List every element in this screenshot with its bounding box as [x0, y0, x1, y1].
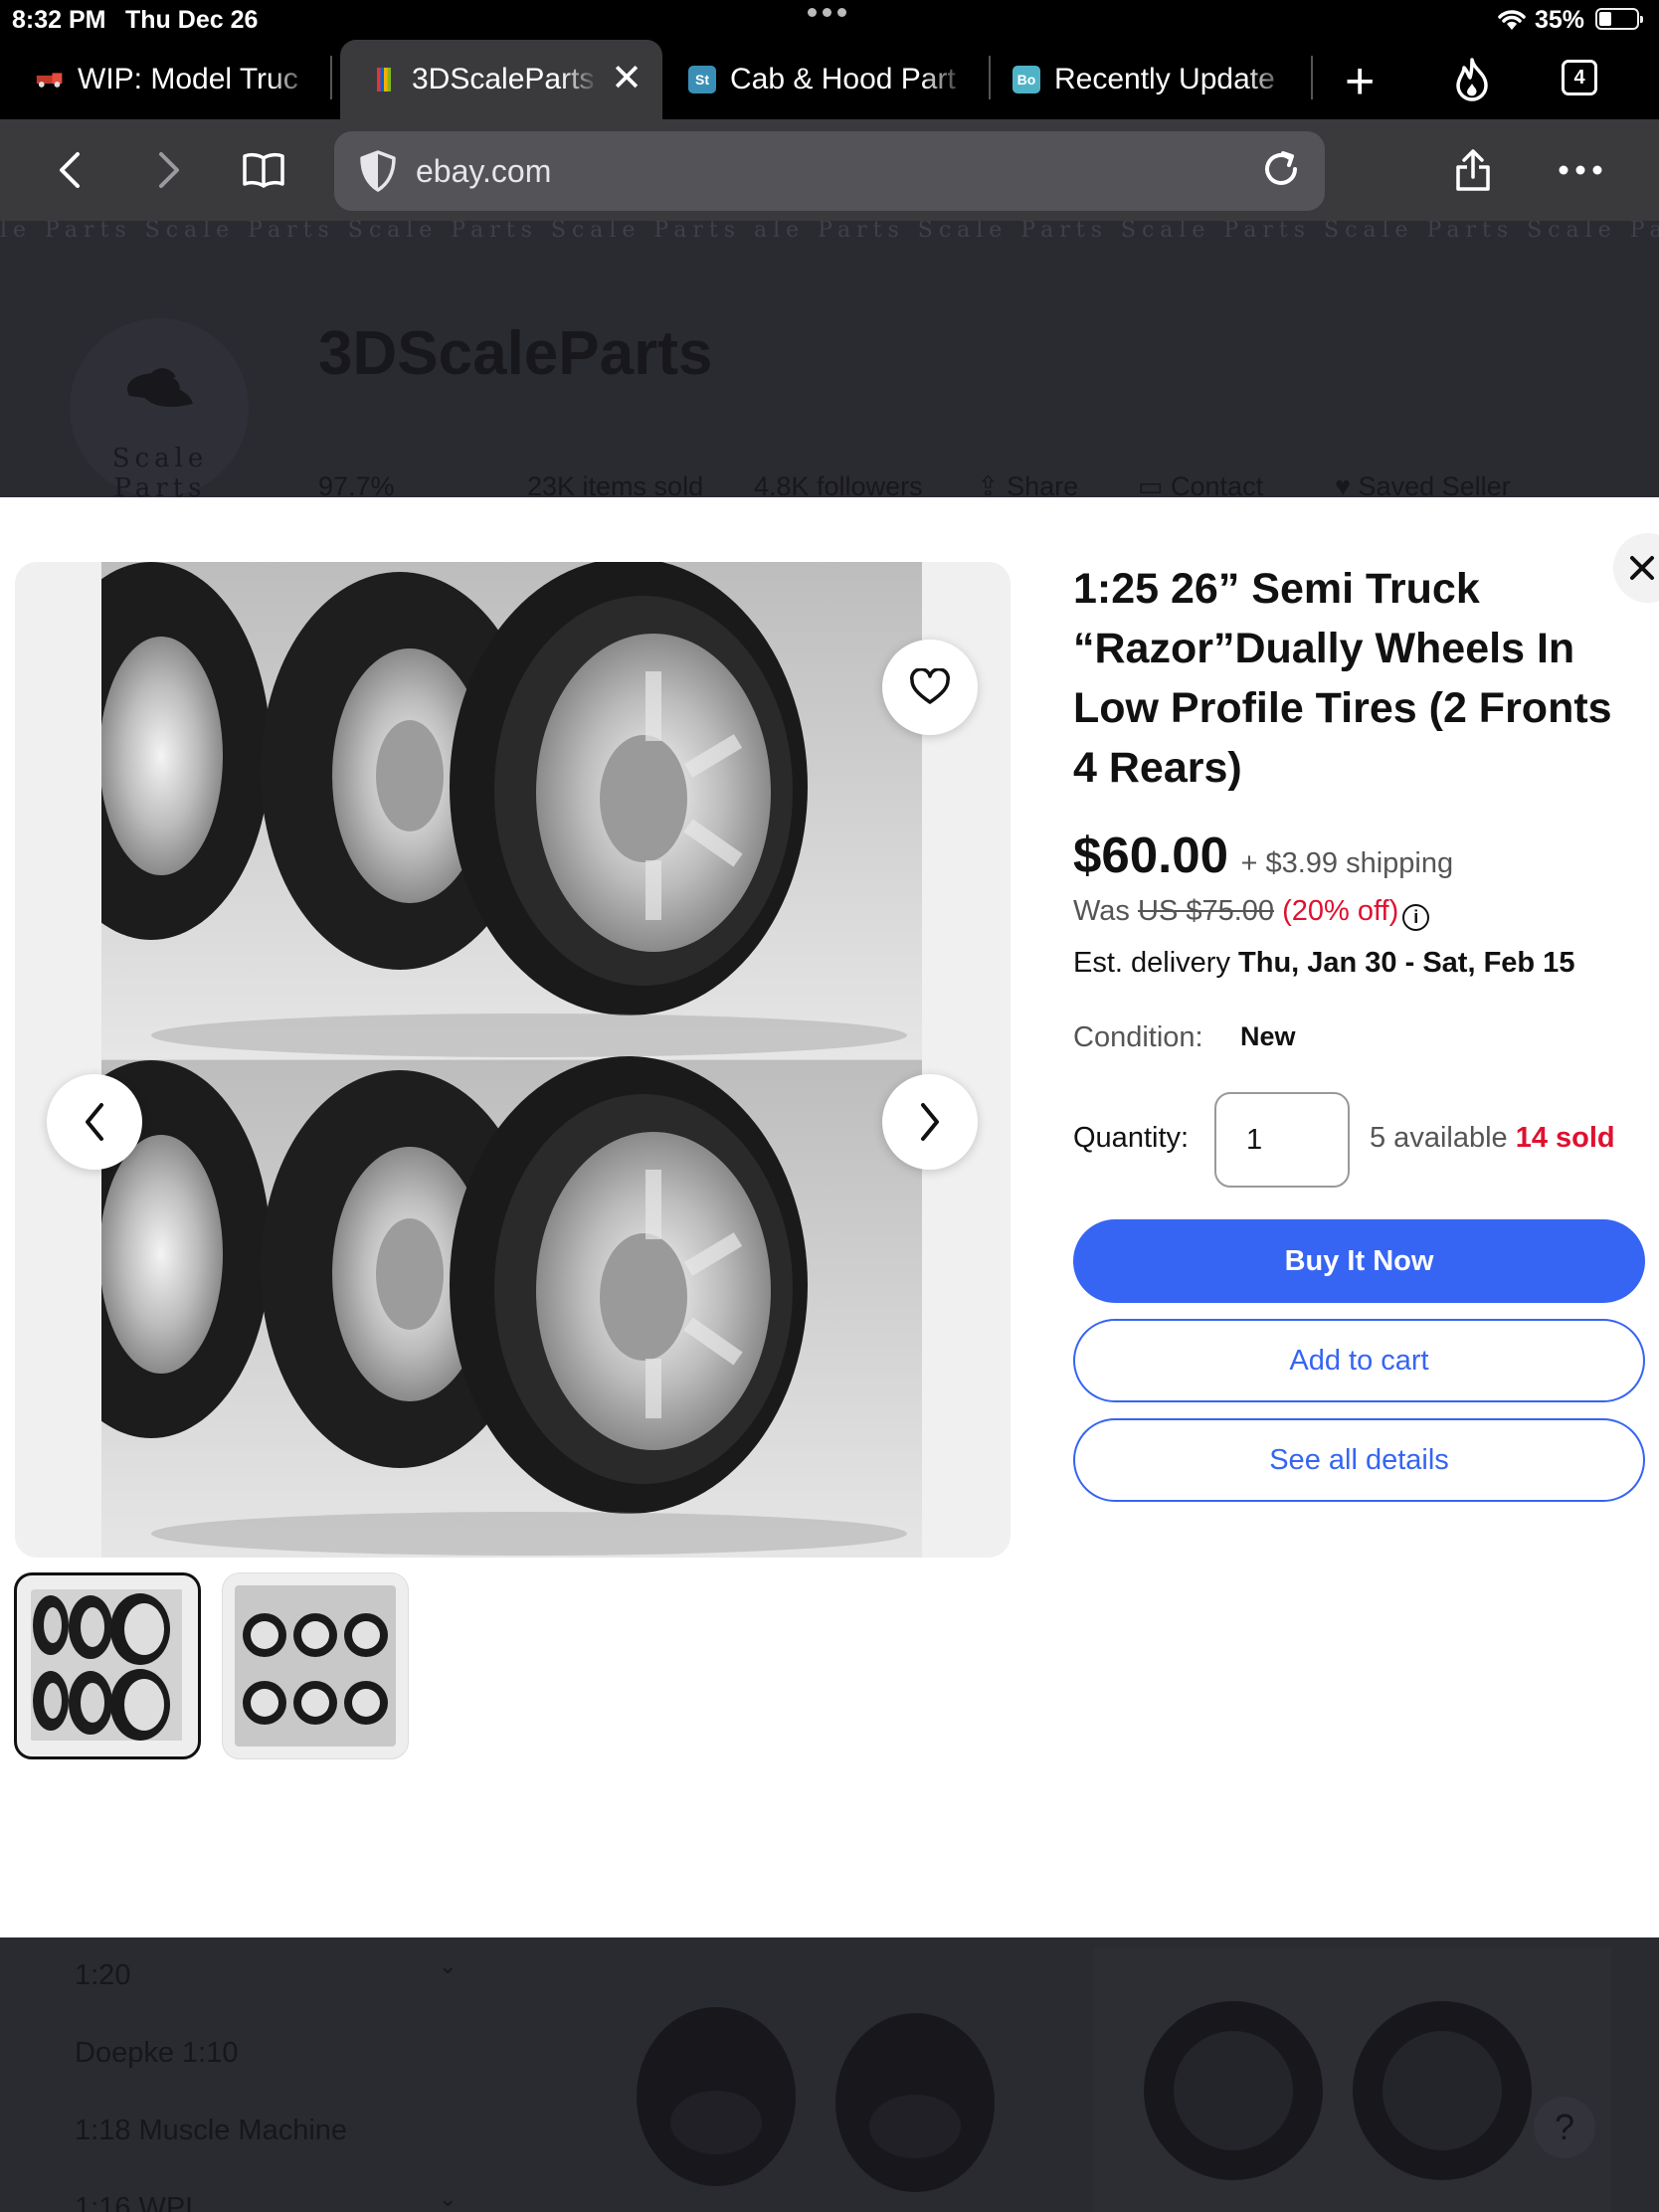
discount-percent: (20% off) [1282, 895, 1399, 927]
st-favicon-icon: St [688, 66, 716, 93]
was-price-row: Was US $75.00 (20% off) i [1073, 895, 1430, 931]
condition-row: Condition: New [1073, 1021, 1296, 1054]
available-count: 5 available [1370, 1122, 1508, 1154]
add-to-cart-button[interactable]: Add to cart [1073, 1319, 1645, 1402]
condition-value: New [1240, 1021, 1296, 1051]
quantity-label: Quantity: [1073, 1122, 1190, 1154]
shipping-cost: + $3.99 shipping [1240, 847, 1454, 879]
share-icon[interactable] [1448, 145, 1498, 195]
reload-icon[interactable] [1259, 147, 1303, 196]
tab-count-button[interactable]: 4 [1562, 60, 1597, 95]
previous-image-button[interactable] [47, 1074, 142, 1170]
tab-bar: WIP: Model Truc 3DScaleParts ✕ St Cab & … [0, 40, 1659, 119]
chevron-down-icon: ⌄ [439, 1953, 458, 1978]
tab-3dscaleparts[interactable]: 3DScaleParts ✕ [340, 40, 662, 119]
close-tab-icon[interactable]: ✕ [611, 60, 643, 97]
watchlist-heart-button[interactable] [882, 640, 978, 735]
battery-percent: 35% [1535, 6, 1585, 34]
heart-outline-icon [910, 668, 950, 704]
address-bar[interactable]: ebay.com [334, 131, 1325, 211]
related-products-images[interactable] [597, 1947, 1611, 2212]
store-logo[interactable]: Scale Parts [70, 318, 249, 503]
model-truck-favicon-icon [36, 66, 64, 93]
fire-icon[interactable] [1454, 58, 1490, 106]
was-label: Was [1073, 895, 1130, 927]
product-image[interactable] [101, 562, 922, 1558]
tab-separator [330, 56, 332, 99]
tab-recently-updated[interactable]: Bo Recently Update [1013, 40, 1301, 119]
forward-arrow-icon[interactable] [143, 145, 193, 195]
browser-toolbar: ebay.com [0, 119, 1659, 221]
category-item[interactable]: 1:18 Muscle Machine [75, 2115, 347, 2147]
store-name: 3DScaleParts [318, 319, 713, 388]
tab-cab-hood-parts[interactable]: St Cab & Hood Part [688, 40, 977, 119]
next-image-button[interactable] [882, 1074, 978, 1170]
category-item[interactable]: 1:20 ⌄ [75, 1953, 457, 1992]
help-button[interactable]: ? [1534, 2097, 1595, 2158]
status-time: 8:32 PM [12, 6, 106, 34]
buy-it-now-button[interactable]: Buy It Now [1073, 1219, 1645, 1303]
quantity-input[interactable] [1214, 1092, 1350, 1188]
more-options-icon[interactable] [1556, 145, 1605, 195]
image-gallery[interactable] [15, 562, 1011, 1558]
delivery-estimate: Est. delivery Thu, Jan 30 - Sat, Feb 15 [1073, 947, 1574, 980]
reading-list-book-icon[interactable] [239, 145, 288, 195]
back-arrow-icon[interactable] [46, 145, 95, 195]
tab-title: Recently Update [1054, 63, 1275, 95]
tab-title: WIP: Model Truc [78, 63, 298, 95]
quick-view-modal: 1:25 26” Semi Truck “Razor”Dually Wheels… [0, 497, 1659, 1937]
new-tab-plus-icon[interactable]: + [1345, 54, 1375, 109]
tab-separator [1311, 56, 1313, 99]
chevron-left-icon [86, 1103, 103, 1141]
tab-wip-model-truck[interactable]: WIP: Model Truc [36, 40, 324, 119]
multitasking-dots-icon[interactable] [808, 8, 846, 17]
thumbnail-2[interactable] [222, 1572, 409, 1759]
ebay-favicon-icon [370, 66, 398, 93]
privacy-shield-icon[interactable] [358, 149, 398, 198]
product-title[interactable]: 1:25 26” Semi Truck “Razor”Dually Wheels… [1073, 559, 1645, 798]
delivery-label: Est. delivery [1073, 947, 1230, 979]
price-row: $60.00 + $3.99 shipping [1073, 826, 1453, 884]
battery-icon [1595, 8, 1643, 30]
status-bar: 8:32 PM Thu Dec 26 35% [0, 0, 1659, 40]
chevron-down-icon: ⌄ [439, 2186, 458, 2211]
availability: 5 available 14 sold [1370, 1122, 1615, 1155]
category-item[interactable]: 1:16 WPL ⌄ [75, 2186, 457, 2212]
store-logo-text: Scale Parts [111, 444, 209, 503]
sold-count: 14 sold [1515, 1122, 1615, 1154]
status-date: Thu Dec 26 [125, 6, 259, 34]
bo-favicon-icon: Bo [1013, 66, 1040, 93]
url-text: ebay.com [416, 153, 552, 189]
thumbnail-1[interactable] [14, 1572, 201, 1759]
store-banner: le Parts Scale Parts Scale Parts Scale P… [0, 221, 1659, 243]
see-all-details-button[interactable]: See all details [1073, 1418, 1645, 1502]
wifi-icon [1496, 6, 1528, 39]
tab-separator [989, 56, 991, 99]
tab-title: 3DScaleParts [412, 63, 595, 95]
category-item[interactable]: Doepke 1:10 [75, 2037, 238, 2070]
price: $60.00 [1073, 827, 1228, 883]
delivery-dates: Thu, Jan 30 - Sat, Feb 15 [1238, 947, 1575, 979]
product-info: 1:25 26” Semi Truck “Razor”Dually Wheels… [1073, 559, 1645, 1502]
was-price: US $75.00 [1138, 895, 1275, 927]
tab-title: Cab & Hood Part [730, 63, 956, 95]
condition-label: Condition: [1073, 1021, 1203, 1053]
chevron-right-icon [921, 1103, 939, 1141]
info-icon[interactable]: i [1402, 904, 1430, 931]
